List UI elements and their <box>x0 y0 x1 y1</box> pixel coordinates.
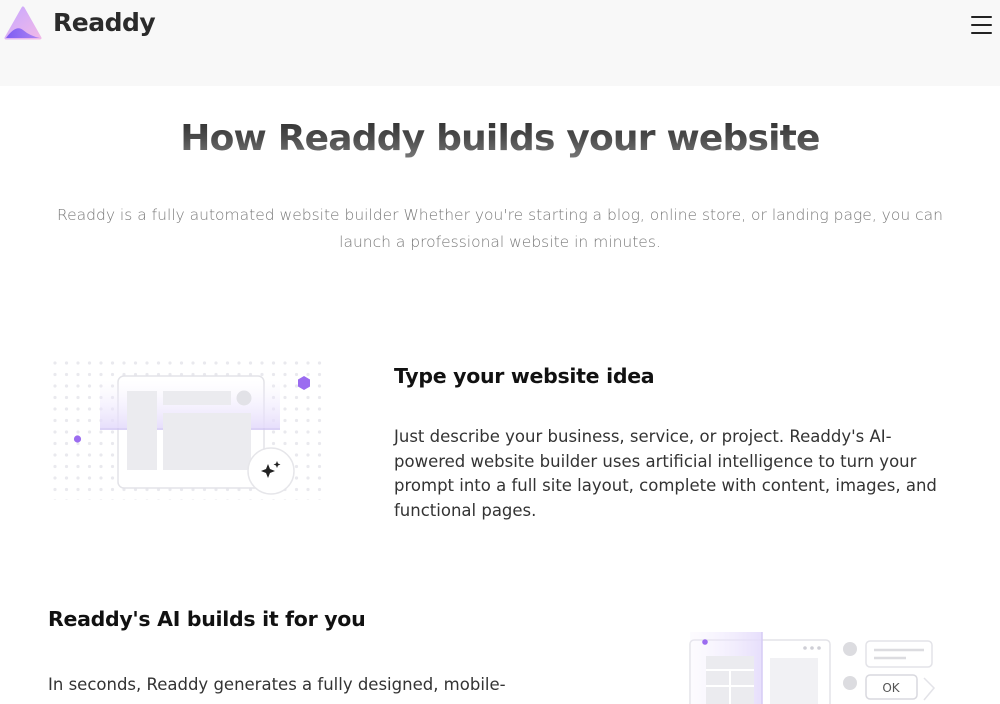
website-layout-sparkle-illustration <box>52 360 324 500</box>
feature-text-ai-builds: In seconds, Readdy generates a fully des… <box>48 675 506 694</box>
page-title: How Readdy builds your website <box>0 118 1000 159</box>
hero-description: Readdy is a fully automated website buil… <box>57 206 943 251</box>
feature-text-type-idea: Just describe your business, service, or… <box>394 427 937 520</box>
site-header: Readdy <box>0 0 1000 86</box>
ai-builder-chat-illustration: OK <box>689 632 936 704</box>
brand-name[interactable]: Readdy <box>53 8 156 37</box>
readdy-logo-icon[interactable] <box>4 6 42 42</box>
feature-title-type-idea: Type your website idea <box>394 364 655 388</box>
hamburger-menu-icon[interactable] <box>966 11 996 39</box>
feature-title-ai-builds: Readdy's AI builds it for you <box>48 607 366 631</box>
ok-button-label: OK <box>882 681 900 695</box>
